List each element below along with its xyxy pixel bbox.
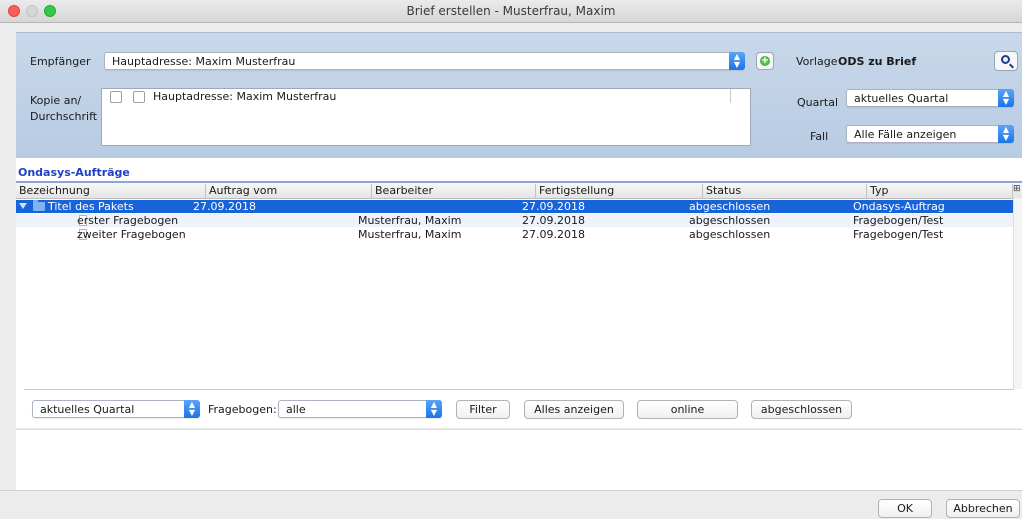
- vorlage-label: Vorlage: [796, 55, 838, 68]
- ok-button[interactable]: OK: [878, 499, 932, 518]
- column-header-bezeichnung[interactable]: Bezeichnung: [16, 184, 206, 198]
- kopie-item: Hauptadresse: Maxim Musterfrau: [153, 90, 337, 103]
- empfaenger-label: Empfänger: [30, 55, 91, 68]
- kopie-list[interactable]: Hauptadresse: Maxim Musterfrau: [101, 88, 751, 146]
- kopie-checkbox-1[interactable]: [110, 91, 122, 103]
- magnifier-icon: [1001, 55, 1010, 64]
- empfaenger-value: Hauptadresse: Maxim Musterfrau: [112, 55, 296, 68]
- kopie-label: Kopie an/: [30, 94, 82, 107]
- table-row[interactable]: Titel des Pakets 27.09.2018 27.09.2018 a…: [16, 200, 1014, 213]
- fragebogen-select[interactable]: alle ▲ ▼: [278, 400, 442, 418]
- quartal-value: aktuelles Quartal: [854, 92, 949, 105]
- table-bottom-border: [24, 389, 1014, 390]
- column-header-typ[interactable]: Typ: [867, 184, 1013, 198]
- cell-fertigstellung: 27.09.2018: [522, 214, 585, 227]
- chevron-updown-icon: ▲ ▼: [184, 400, 200, 418]
- column-header-bearbeiter[interactable]: Bearbeiter: [372, 184, 536, 198]
- cell-bezeichnung: zweiter Fragebogen: [77, 228, 186, 241]
- online-button[interactable]: online: [637, 400, 738, 419]
- fall-select[interactable]: Alle Fälle anzeigen ▲ ▼: [846, 125, 1014, 143]
- cell-auftrag-vom: 27.09.2018: [193, 200, 256, 213]
- cell-status: abgeschlossen: [689, 228, 771, 241]
- vorlage-value: ODS zu Brief: [838, 55, 917, 68]
- cell-status: abgeschlossen: [689, 214, 771, 227]
- window-title: Brief erstellen - Musterfrau, Maxim: [406, 4, 616, 18]
- cell-typ: Fragebogen/Test: [853, 228, 944, 241]
- quartal-label: Quartal: [797, 96, 839, 109]
- alles-anzeigen-button[interactable]: Alles anzeigen: [524, 400, 624, 419]
- table-scrollbar[interactable]: [1013, 198, 1022, 389]
- section-title: Ondasys-Aufträge: [18, 166, 130, 179]
- quartal-select[interactable]: aktuelles Quartal ▲ ▼: [846, 89, 1014, 107]
- add-recipient-button[interactable]: +: [756, 52, 774, 70]
- fall-label: Fall: [810, 130, 829, 143]
- cell-status: abgeschlossen: [689, 200, 771, 213]
- chevron-updown-icon: ▲ ▼: [729, 52, 745, 70]
- filter-quartal-select[interactable]: aktuelles Quartal ▲ ▼: [32, 400, 200, 418]
- table-header: Bezeichnung Auftrag vom Bearbeiter Ferti…: [16, 183, 1022, 199]
- abgeschlossen-button[interactable]: abgeschlossen: [751, 400, 852, 419]
- durchschrift-label: Durchschrift: [30, 110, 98, 123]
- fragebogen-label: Fragebogen:: [208, 403, 277, 416]
- folder-icon: [33, 200, 45, 211]
- filter-quartal-value: aktuelles Quartal: [40, 403, 135, 416]
- cell-fertigstellung: 27.09.2018: [522, 200, 585, 213]
- kopie-divider: [730, 89, 731, 103]
- cell-fertigstellung: 27.09.2018: [522, 228, 585, 241]
- table-row[interactable]: zweiter Fragebogen Musterfrau, Maxim 27.…: [16, 228, 1014, 241]
- vorlage-search-button[interactable]: [994, 51, 1018, 71]
- footer-divider: [0, 490, 1022, 491]
- auftraege-section: Ondasys-Aufträge Bezeichnung Auftrag vom…: [16, 158, 1022, 428]
- chevron-updown-icon: ▲ ▼: [998, 89, 1014, 107]
- cell-typ: Ondasys-Auftrag: [853, 200, 945, 213]
- filter-button[interactable]: Filter: [456, 400, 510, 419]
- column-header-fertigstellung[interactable]: Fertigstellung: [536, 184, 703, 198]
- add-circle-icon: +: [760, 55, 770, 66]
- detail-area: [16, 429, 1022, 490]
- auftraege-table[interactable]: Bezeichnung Auftrag vom Bearbeiter Ferti…: [16, 183, 1022, 389]
- cell-bezeichnung: erster Fragebogen: [77, 214, 179, 227]
- column-chooser-icon[interactable]: ⊞: [1013, 184, 1021, 194]
- fall-value: Alle Fälle anzeigen: [854, 128, 957, 141]
- kopie-checkbox-2[interactable]: [133, 91, 145, 103]
- cell-bearbeiter: Musterfrau, Maxim: [358, 228, 462, 241]
- cell-typ: Fragebogen/Test: [853, 214, 944, 227]
- title-bar: Brief erstellen - Musterfrau, Maxim: [0, 0, 1022, 23]
- cell-bearbeiter: Musterfrau, Maxim: [358, 214, 462, 227]
- chevron-updown-icon: ▲ ▼: [426, 400, 442, 418]
- cancel-button[interactable]: Abbrechen: [946, 499, 1020, 518]
- disclosure-triangle-icon[interactable]: [19, 203, 27, 209]
- fragebogen-value: alle: [286, 403, 306, 416]
- column-header-auftrag-vom[interactable]: Auftrag vom: [206, 184, 372, 198]
- cell-bezeichnung: Titel des Pakets: [48, 200, 134, 213]
- empfaenger-select[interactable]: Hauptadresse: Maxim Musterfrau ▲ ▼: [104, 52, 745, 70]
- table-row[interactable]: erster Fragebogen Musterfrau, Maxim 27.0…: [16, 214, 1014, 227]
- column-header-status[interactable]: Status: [703, 184, 867, 198]
- chevron-updown-icon: ▲ ▼: [998, 125, 1014, 143]
